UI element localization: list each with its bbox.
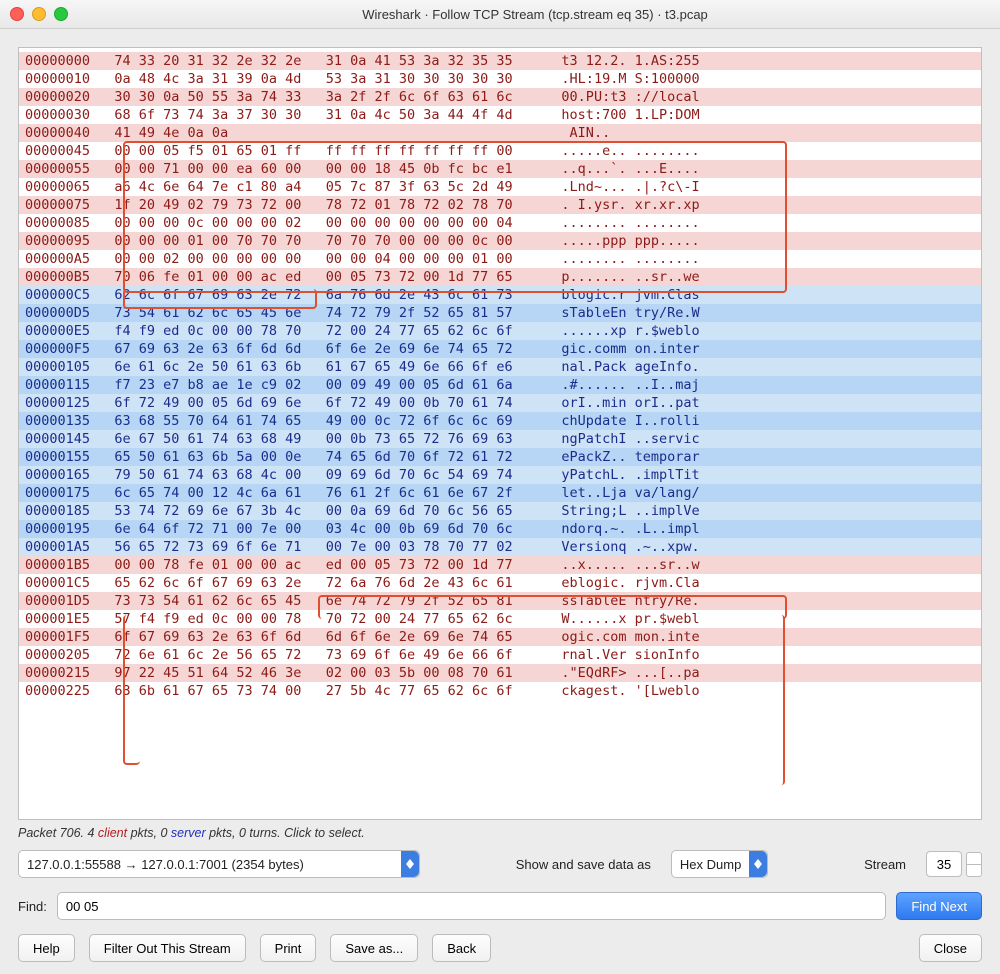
window-title: Wireshark · Follow TCP Stream (tcp.strea…: [80, 7, 990, 22]
hex-row[interactable]: 000000A5 00 00 02 00 00 00 00 00 00 00 0…: [19, 250, 981, 268]
content: 00000000 74 33 20 31 32 2e 32 2e 31 0a 4…: [0, 29, 1000, 974]
hex-row[interactable]: 00000040 41 49 4e 0a 0a AIN..: [19, 124, 981, 142]
hex-row[interactable]: 000000C5 62 6c 6f 67 69 63 2e 72 6a 76 6…: [19, 286, 981, 304]
status-suffix: pkts, 0 turns. Click to select.: [206, 826, 365, 840]
hex-row[interactable]: 00000165 79 50 61 74 63 68 4c 00 09 69 6…: [19, 466, 981, 484]
hex-row[interactable]: 00000085 00 00 00 0c 00 00 00 02 00 00 0…: [19, 214, 981, 232]
connection-combo[interactable]: 127.0.0.1:55588 → 127.0.0.1:7001 (2354 b…: [18, 850, 420, 878]
print-button[interactable]: Print: [260, 934, 317, 962]
encoding-combo[interactable]: Hex Dump: [671, 850, 768, 878]
hex-row[interactable]: 00000205 72 6e 61 6c 2e 56 65 72 73 69 6…: [19, 646, 981, 664]
hex-row[interactable]: 00000010 0a 48 4c 3a 31 39 0a 4d 53 3a 3…: [19, 70, 981, 88]
hex-row[interactable]: 000001E5 57 f4 f9 ed 0c 00 00 78 70 72 0…: [19, 610, 981, 628]
stream-stepper[interactable]: [926, 851, 982, 877]
hex-row[interactable]: 00000195 6e 64 6f 72 71 00 7e 00 03 4c 0…: [19, 520, 981, 538]
filter-out-button[interactable]: Filter Out This Stream: [89, 934, 246, 962]
hex-row[interactable]: 00000135 63 68 55 70 64 61 74 65 49 00 0…: [19, 412, 981, 430]
hex-row[interactable]: 00000055 00 00 71 00 00 ea 60 00 00 00 1…: [19, 160, 981, 178]
maximize-icon[interactable]: [54, 7, 68, 21]
hex-row[interactable]: 000000F5 67 69 63 2e 63 6f 6d 6d 6f 6e 2…: [19, 340, 981, 358]
hex-row[interactable]: 000001A5 56 65 72 73 69 6f 6e 71 00 7e 0…: [19, 538, 981, 556]
hex-row[interactable]: 00000185 53 74 72 69 6e 67 3b 4c 00 0a 6…: [19, 502, 981, 520]
hexdump-wrapper: 00000000 74 33 20 31 32 2e 32 2e 31 0a 4…: [18, 47, 982, 820]
hex-row[interactable]: 00000075 1f 20 49 02 79 73 72 00 78 72 0…: [19, 196, 981, 214]
status-line[interactable]: Packet 706. 4 client pkts, 0 server pkts…: [18, 826, 982, 840]
hex-row[interactable]: 000000B5 70 06 fe 01 00 00 ac ed 00 05 7…: [19, 268, 981, 286]
hex-row[interactable]: 000000E5 f4 f9 ed 0c 00 00 78 70 72 00 2…: [19, 322, 981, 340]
chevron-updown-icon[interactable]: [401, 851, 419, 877]
status-client: client: [98, 826, 127, 840]
bottom-buttons: Help Filter Out This Stream Print Save a…: [18, 934, 982, 962]
connection-value: 127.0.0.1:55588 → 127.0.0.1:7001 (2354 b…: [19, 857, 401, 872]
find-row: Find: Find Next: [18, 892, 982, 920]
find-label: Find:: [18, 899, 47, 914]
stepper-down-icon[interactable]: [966, 864, 982, 877]
hex-row[interactable]: 000001B5 00 00 78 fe 01 00 00 ac ed 00 0…: [19, 556, 981, 574]
stepper-up-icon[interactable]: [966, 852, 982, 864]
hex-row[interactable]: 00000020 30 30 0a 50 55 3a 74 33 3a 2f 2…: [19, 88, 981, 106]
hex-row[interactable]: 00000065 a6 4c 6e 64 7e c1 80 a4 05 7c 8…: [19, 178, 981, 196]
help-button[interactable]: Help: [18, 934, 75, 962]
hex-row[interactable]: 000001F5 6f 67 69 63 2e 63 6f 6d 6d 6f 6…: [19, 628, 981, 646]
hex-row[interactable]: 000001D5 73 73 54 61 62 6c 65 45 6e 74 7…: [19, 592, 981, 610]
hex-row[interactable]: 00000215 97 22 45 51 64 52 46 3e 02 00 0…: [19, 664, 981, 682]
hex-row[interactable]: 00000225 63 6b 61 67 65 73 74 00 27 5b 4…: [19, 682, 981, 700]
hex-row[interactable]: 00000125 6f 72 49 00 05 6d 69 6e 6f 72 4…: [19, 394, 981, 412]
chevron-updown-icon[interactable]: [749, 851, 767, 877]
find-next-button[interactable]: Find Next: [896, 892, 982, 920]
hex-row[interactable]: 00000105 6e 61 6c 2e 50 61 63 6b 61 67 6…: [19, 358, 981, 376]
hex-row[interactable]: 00000155 65 50 61 63 6b 5a 00 0e 74 65 6…: [19, 448, 981, 466]
back-button[interactable]: Back: [432, 934, 491, 962]
controls-row: 127.0.0.1:55588 → 127.0.0.1:7001 (2354 b…: [18, 850, 982, 878]
window: Wireshark · Follow TCP Stream (tcp.strea…: [0, 0, 1000, 974]
minimize-icon[interactable]: [32, 7, 46, 21]
traffic-lights: [10, 7, 68, 21]
close-button[interactable]: Close: [919, 934, 982, 962]
hex-row[interactable]: 000001C5 65 62 6c 6f 67 69 63 2e 72 6a 7…: [19, 574, 981, 592]
find-input[interactable]: [57, 892, 886, 920]
hex-row[interactable]: 00000145 6e 67 50 61 74 63 68 49 00 0b 7…: [19, 430, 981, 448]
status-mid: pkts, 0: [127, 826, 171, 840]
titlebar: Wireshark · Follow TCP Stream (tcp.strea…: [0, 0, 1000, 29]
hex-row[interactable]: 00000115 f7 23 e7 b8 ae 1e c9 02 00 09 4…: [19, 376, 981, 394]
hex-row[interactable]: 00000030 68 6f 73 74 3a 37 30 30 31 0a 4…: [19, 106, 981, 124]
hex-row[interactable]: 00000175 6c 65 74 00 12 4c 6a 61 76 61 2…: [19, 484, 981, 502]
status-prefix: Packet 706. 4: [18, 826, 98, 840]
hex-row[interactable]: 000000D5 73 54 61 62 6c 65 45 6e 74 72 7…: [19, 304, 981, 322]
show-data-label: Show and save data as: [516, 857, 651, 872]
hex-row[interactable]: 00000000 74 33 20 31 32 2e 32 2e 31 0a 4…: [19, 52, 981, 70]
status-server: server: [171, 826, 206, 840]
stream-label: Stream: [864, 857, 906, 872]
save-as-button[interactable]: Save as...: [330, 934, 418, 962]
close-icon[interactable]: [10, 7, 24, 21]
encoding-value: Hex Dump: [672, 857, 749, 872]
hex-row[interactable]: 00000095 00 00 00 01 00 70 70 70 70 70 7…: [19, 232, 981, 250]
stream-value[interactable]: [926, 851, 962, 877]
hex-row[interactable]: 00000045 00 00 05 f5 01 65 01 ff ff ff f…: [19, 142, 981, 160]
hexdump-pane[interactable]: 00000000 74 33 20 31 32 2e 32 2e 31 0a 4…: [18, 47, 982, 820]
